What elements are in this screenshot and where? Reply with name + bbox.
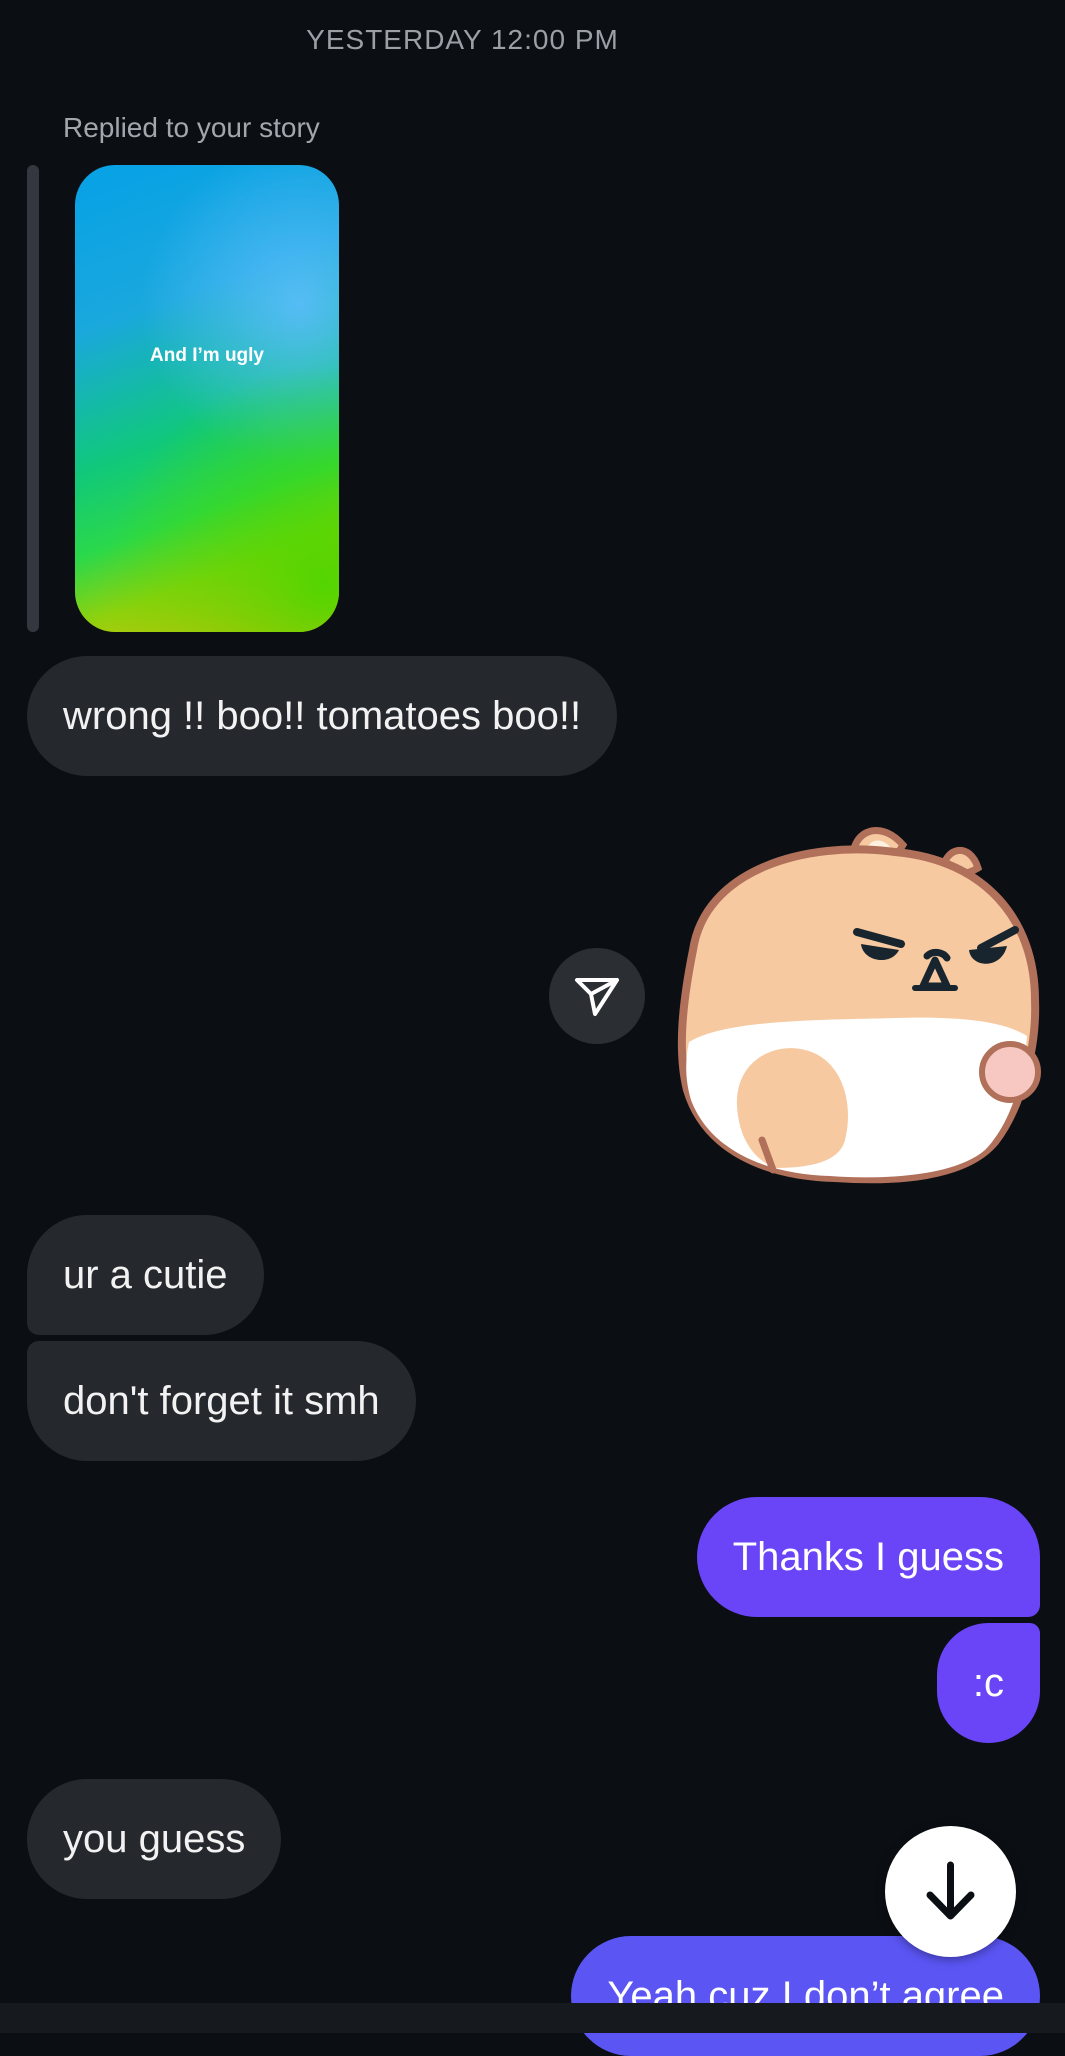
reply-quote-bar (27, 165, 39, 632)
message-bubble-incoming[interactable]: don't forget it smh (27, 1341, 416, 1461)
arrow-down-icon (926, 1861, 975, 1920)
message-bubble-incoming[interactable]: wrong !! boo!! tomatoes boo!! (27, 656, 618, 776)
replied-to-story-label: Replied to your story (63, 112, 320, 143)
message-bubble-outgoing[interactable]: Thanks I guess (696, 1497, 1040, 1617)
share-button[interactable] (549, 948, 645, 1044)
composer-bar-edge (0, 2003, 1065, 2033)
message-bubble-incoming[interactable]: you guess (27, 1779, 282, 1899)
story-preview[interactable] (75, 165, 339, 632)
hamster-sticker-icon (677, 827, 1041, 1184)
scroll-to-bottom-button[interactable] (885, 1826, 1016, 1957)
paper-plane-icon (575, 978, 619, 1016)
message-bubble-incoming[interactable]: ur a cutie (27, 1215, 264, 1335)
message-bubble-outgoing[interactable]: :c (936, 1623, 1040, 1743)
story-preview-text: And I’m ugly (150, 345, 264, 366)
angry-hamster-sticker[interactable] (665, 810, 1045, 1190)
conversation-timestamp: YESTERDAY 12:00 PM (306, 24, 619, 55)
